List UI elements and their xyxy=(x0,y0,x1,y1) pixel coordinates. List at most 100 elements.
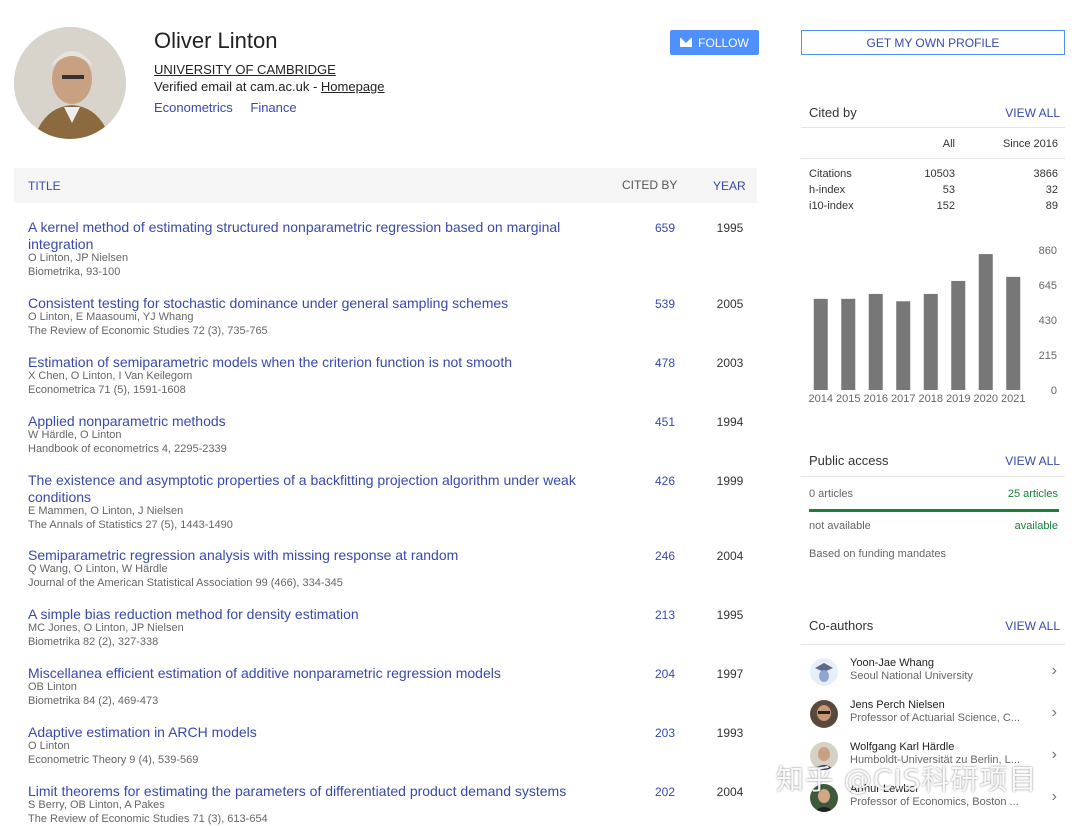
coauthor-name: Wolfgang Karl Härdle xyxy=(850,741,955,753)
follow-label: FOLLOW xyxy=(698,35,749,50)
divider xyxy=(801,644,1065,645)
coauthor-affiliation: Professor of Actuarial Science, C... xyxy=(850,712,1020,724)
coauthors-panel: Co-authors VIEW ALL xyxy=(801,618,1065,648)
cited-count[interactable]: 426 xyxy=(627,474,675,488)
envelope-icon xyxy=(680,38,693,47)
bar-2021[interactable] xyxy=(1006,276,1021,390)
bar-2017[interactable] xyxy=(896,301,911,390)
cited-count[interactable]: 478 xyxy=(627,356,675,370)
research-interests: Econometrics Finance xyxy=(154,100,311,115)
stat-since: 32 xyxy=(1045,184,1058,196)
table-row: Semiparametric regression analysis with … xyxy=(14,547,757,592)
public-access-view-all[interactable]: VIEW ALL xyxy=(1005,454,1060,468)
coauthor-name: Yoon-Jae Whang xyxy=(850,657,934,669)
article-venue: Biometrika 84 (2), 469-473 xyxy=(28,695,159,707)
article-year: 2005 xyxy=(716,297,744,311)
not-available-label: not available xyxy=(809,520,871,532)
watermark-text: 知乎 @CIS科研项目 xyxy=(776,763,1038,796)
article-year: 1994 xyxy=(716,415,744,429)
x-tick-label: 2015 xyxy=(836,393,860,405)
bar-2014[interactable] xyxy=(813,298,828,390)
divider xyxy=(801,127,1065,128)
table-row: Miscellanea efficient estimation of addi… xyxy=(14,665,757,710)
bar-2015[interactable] xyxy=(841,298,856,390)
article-year: 1993 xyxy=(716,726,744,740)
stat-since: 3866 xyxy=(1033,168,1058,180)
article-venue: The Annals of Statistics 27 (5), 1443-14… xyxy=(28,519,233,531)
x-tick-label: 2020 xyxy=(974,393,998,405)
article-title[interactable]: Miscellanea efficient estimation of addi… xyxy=(28,665,588,682)
bar-2019[interactable] xyxy=(951,280,966,390)
article-year: 2004 xyxy=(716,785,744,799)
cited-count[interactable]: 213 xyxy=(627,608,675,622)
article-authors: S Berry, OB Linton, A Pakes xyxy=(28,799,165,811)
y-tick-label: 430 xyxy=(1039,315,1057,327)
bar-2020[interactable] xyxy=(978,254,993,390)
divider xyxy=(801,158,1065,159)
article-authors: W Härdle, O Linton xyxy=(28,429,122,441)
table-row: Adaptive estimation in ARCH models O Lin… xyxy=(14,724,757,769)
article-venue: Econometrica 71 (5), 1591-1608 xyxy=(28,384,186,396)
cited-by-view-all[interactable]: VIEW ALL xyxy=(1005,106,1060,120)
x-tick-label: 2017 xyxy=(891,393,915,405)
table-row: Estimation of semiparametric models when… xyxy=(14,354,757,399)
table-row: The existence and asymptotic properties … xyxy=(14,472,757,532)
follow-button[interactable]: FOLLOW xyxy=(670,30,759,55)
stat-label: i10-index xyxy=(809,200,854,212)
coauthor-item[interactable]: Jens Perch Nielsen Professor of Actuaria… xyxy=(801,694,1065,736)
article-venue: Journal of the American Statistical Asso… xyxy=(28,577,343,589)
cited-count[interactable]: 659 xyxy=(627,221,675,235)
profile-name: Oliver Linton xyxy=(154,28,278,53)
col-since: Since 2016 xyxy=(1002,138,1058,150)
homepage-link[interactable]: Homepage xyxy=(321,79,385,94)
chevron-right-icon: › xyxy=(1051,788,1057,805)
affiliation-link[interactable]: UNIVERSITY OF CAMBRIDGE xyxy=(154,62,336,77)
stat-all: 53 xyxy=(942,184,955,196)
bar-2016[interactable] xyxy=(868,293,883,390)
cited-count[interactable]: 451 xyxy=(627,415,675,429)
article-authors: X Chen, O Linton, I Van Keilegom xyxy=(28,370,193,382)
available-count[interactable]: 25 articles xyxy=(990,488,1058,500)
coauthors-view-all[interactable]: VIEW ALL xyxy=(1005,619,1060,633)
bar-2018[interactable] xyxy=(923,293,938,390)
cited-by-panel: Cited by VIEW ALL All Since 2016 Citatio… xyxy=(801,105,1065,225)
cited-count[interactable]: 203 xyxy=(627,726,675,740)
coauthor-affiliation: Seoul National University xyxy=(850,670,973,682)
article-year: 2003 xyxy=(716,356,744,370)
sort-by-cited[interactable]: CITED BY xyxy=(622,178,677,192)
table-row: A simple bias reduction method for densi… xyxy=(14,606,757,651)
article-authors: Q Wang, O Linton, W Härdle xyxy=(28,563,168,575)
article-authors: O Linton, E Maasoumi, YJ Whang xyxy=(28,311,194,323)
email-text: Verified email at cam.ac.uk - xyxy=(154,79,321,94)
chevron-right-icon: › xyxy=(1051,704,1057,721)
stat-all: 10503 xyxy=(924,168,955,180)
article-authors: O Linton xyxy=(28,740,70,752)
article-venue: Biometrika, 93-100 xyxy=(28,266,121,278)
public-access-title: Public access xyxy=(809,453,889,468)
divider xyxy=(801,476,1065,477)
sort-by-year[interactable]: YEAR xyxy=(713,179,746,193)
cited-count[interactable]: 246 xyxy=(627,549,675,563)
article-venue: The Review of Economic Studies 72 (3), 7… xyxy=(28,325,268,337)
x-tick-label: 2021 xyxy=(1001,393,1025,405)
table-row: A kernel method of estimating structured… xyxy=(14,219,757,279)
stat-all: 152 xyxy=(936,200,955,212)
coauthor-name: Jens Perch Nielsen xyxy=(850,699,945,711)
cited-count[interactable]: 204 xyxy=(627,667,675,681)
funding-mandates-note: Based on funding mandates xyxy=(809,548,946,560)
article-title[interactable]: Adaptive estimation in ARCH models xyxy=(28,724,588,741)
chevron-right-icon: › xyxy=(1051,662,1057,679)
cited-count[interactable]: 539 xyxy=(627,297,675,311)
article-title[interactable]: A kernel method of estimating structured… xyxy=(28,219,588,253)
x-tick-label: 2014 xyxy=(809,393,833,405)
get-own-profile-button[interactable]: GET MY OWN PROFILE xyxy=(801,30,1065,55)
interest-econometrics[interactable]: Econometrics xyxy=(154,100,233,115)
article-authors: OB Linton xyxy=(28,681,77,693)
coauthor-item[interactable]: Yoon-Jae Whang Seoul National University… xyxy=(801,652,1065,694)
interest-finance[interactable]: Finance xyxy=(250,100,296,115)
article-title[interactable]: The existence and asymptotic properties … xyxy=(28,472,588,506)
table-row: Consistent testing for stochastic domina… xyxy=(14,295,757,340)
table-row: Applied nonparametric methods W Härdle, … xyxy=(14,413,757,458)
cited-count[interactable]: 202 xyxy=(627,785,675,799)
sort-by-title[interactable]: TITLE xyxy=(28,179,61,193)
